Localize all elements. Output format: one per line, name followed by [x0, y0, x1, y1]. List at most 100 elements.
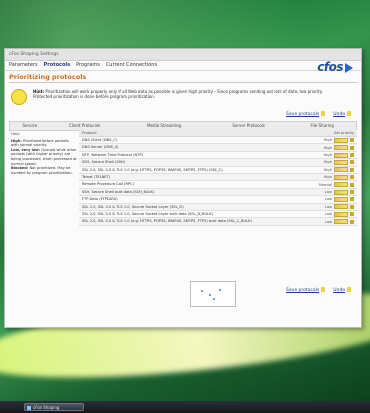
menu-programs[interactable]: Programs [76, 61, 100, 70]
priority-handle-icon[interactable] [350, 212, 354, 217]
save-protocols-link-top[interactable]: Save protocols [286, 111, 326, 117]
priority-slider[interactable] [334, 189, 348, 195]
hint-bulb-icon [11, 89, 27, 105]
cfos-logo: cfos [317, 60, 353, 74]
protocol-row: DNS Client (DNS_C) High [79, 137, 357, 145]
priority-select[interactable]: High [308, 138, 334, 142]
tab-file-sharing[interactable]: File Sharing [288, 122, 356, 130]
priority-slider[interactable] [334, 204, 348, 210]
app-icon [27, 406, 31, 410]
priority-handle-icon[interactable] [350, 182, 354, 187]
tab-client-protocols[interactable]: Client Protocols [50, 122, 120, 130]
save-protocols-link-bottom[interactable]: Save protocols [286, 287, 326, 293]
priority-handle-icon[interactable] [350, 175, 354, 180]
priority-slider[interactable] [334, 152, 348, 158]
rows-header: Protocol Set priority [79, 130, 357, 137]
priority-select[interactable]: Normal [308, 183, 334, 187]
priority-handle-icon[interactable] [350, 190, 354, 195]
protocol-row: SSL 2.0, SSL 3.0 & TLS 1.0 (e.g. HTTPS, … [79, 167, 357, 175]
priority-handle-icon[interactable] [350, 138, 354, 143]
taskbar-item[interactable]: cFos Shaping [24, 403, 84, 411]
protocol-row: DNS Server (DNS_S) High [79, 144, 357, 152]
menu-protocols[interactable]: Protocols [44, 61, 70, 70]
priority-select[interactable]: Low [308, 190, 334, 194]
menu-parameters[interactable]: Parameters [9, 61, 38, 70]
protocol-row: Remote Procedure Call (RPC) Normal [79, 181, 357, 189]
protocol-row: SSH, Secure Shell (SSH) High [79, 159, 357, 167]
priority-handle-icon[interactable] [350, 197, 354, 202]
desktop-mini-window [190, 281, 236, 307]
priority-slider[interactable] [334, 196, 348, 202]
priority-slider[interactable] [334, 211, 348, 217]
protocol-name: SSL 2.0, SSL 3.0 & TLS 1.0, Secure Socke… [82, 212, 213, 217]
hint-text: Hint: Prioritization will work properly … [33, 89, 323, 99]
legend-low: Low, very low: Queued while other packet… [11, 147, 77, 166]
save-icon [321, 111, 326, 116]
protocol-column-label: Protocol [82, 131, 97, 135]
legend-high: High: Prioritized before packets with no… [11, 138, 69, 148]
protocol-name: SSH, Secure Shell (SSH) [82, 160, 126, 165]
undo-link-bottom[interactable]: Undo [333, 287, 351, 293]
priority-slider[interactable] [334, 145, 348, 151]
protocol-row: SSL 2.0, SSL 3.0 & TLS 1.0, Secure Socke… [79, 203, 357, 212]
priority-legend: Help High: Prioritized before packets wi… [9, 130, 79, 177]
protocol-name: FTP Data (FTPDATA) [82, 197, 118, 202]
protocol-row: NTP, Network Time Protocol (NTP) High [79, 152, 357, 160]
protocol-name: DNS Server (DNS_S) [82, 145, 119, 150]
protocol-name: DNS Client (DNS_C) [82, 138, 118, 142]
protocol-name: Remote Procedure Call (RPC) [82, 182, 135, 187]
save-bar-top: Save protocols Undo [286, 111, 351, 117]
protocol-name: SSL 2.0, SSL 3.0 & TLS 1.0 (e.g. HTTPS, … [82, 219, 252, 224]
title-divider [9, 82, 357, 83]
priority-handle-icon[interactable] [350, 145, 354, 150]
application-window: cFos Shaping Settings Parameters Protoco… [4, 48, 362, 328]
priority-select[interactable]: Low [308, 220, 334, 224]
protocol-table: Service Client Protocols Media Streaming… [9, 121, 357, 226]
undo-icon [347, 111, 351, 116]
protocol-name: SSL 2.0, SSL 3.0 & TLS 1.0 (e.g. HTTPS, … [82, 167, 223, 172]
priority-select[interactable]: High [308, 153, 334, 157]
protocol-name: SSH, Secure Shell bulk data (SSH_BULK) [82, 189, 155, 194]
priority-select[interactable]: Low [308, 197, 334, 201]
protocol-name: NTP, Network Time Protocol (NTP) [82, 152, 143, 157]
tab-service[interactable]: Service [10, 122, 50, 130]
window-title: cFos Shaping Settings [5, 49, 361, 61]
priority-select[interactable]: High [308, 175, 334, 179]
priority-column-label: Set priority [333, 131, 354, 135]
protocol-name: SSL 2.0, SSL 3.0 & TLS 1.0, Secure Socke… [82, 204, 184, 209]
priority-handle-icon[interactable] [350, 167, 354, 172]
protocol-row: SSH, Secure Shell bulk data (SSH_BULK) Lo… [79, 188, 357, 197]
tab-server-protocols[interactable]: Server Protocols [209, 122, 289, 130]
menu-bar: Parameters Protocols Programs Current Co… [5, 61, 361, 71]
priority-select[interactable]: High [308, 146, 334, 150]
protocol-row: FTP Data (FTPDATA) Low [79, 196, 357, 204]
protocol-row: SSL 2.0, SSL 3.0 & TLS 1.0, Secure Socke… [79, 211, 357, 219]
priority-select[interactable]: High [308, 168, 334, 172]
priority-slider[interactable] [334, 159, 348, 165]
priority-select[interactable]: High [308, 160, 334, 164]
menu-current-connections[interactable]: Current Connections [106, 61, 157, 70]
logo-arrow-icon [345, 62, 353, 73]
undo-link-top[interactable]: Undo [333, 111, 351, 117]
priority-slider[interactable] [334, 219, 348, 225]
protocol-row: Telnet (TELNET) High [79, 174, 357, 182]
legend-blocked: Blocked: Not prioritized. May be handled… [11, 166, 73, 175]
page-title: Prioritizing protocols [9, 73, 87, 81]
priority-slider[interactable] [334, 174, 348, 180]
priority-handle-icon[interactable] [350, 204, 354, 209]
priority-handle-icon[interactable] [350, 153, 354, 158]
priority-handle-icon[interactable] [350, 160, 354, 165]
priority-slider[interactable] [334, 137, 348, 143]
save-icon [321, 287, 326, 292]
priority-select[interactable]: Low [308, 205, 334, 209]
priority-handle-icon[interactable] [350, 219, 354, 224]
priority-slider[interactable] [334, 167, 348, 173]
tab-media-streaming[interactable]: Media Streaming [119, 122, 208, 130]
priority-slider[interactable] [334, 182, 348, 188]
priority-select[interactable]: Low [308, 212, 334, 216]
save-bar-bottom: Save protocols Undo [286, 287, 351, 293]
help-heading: Help [11, 131, 20, 136]
taskbar: cFos Shaping [0, 401, 370, 413]
undo-icon [347, 287, 351, 292]
hint-box: Hint: Prioritization will work properly … [11, 89, 341, 105]
